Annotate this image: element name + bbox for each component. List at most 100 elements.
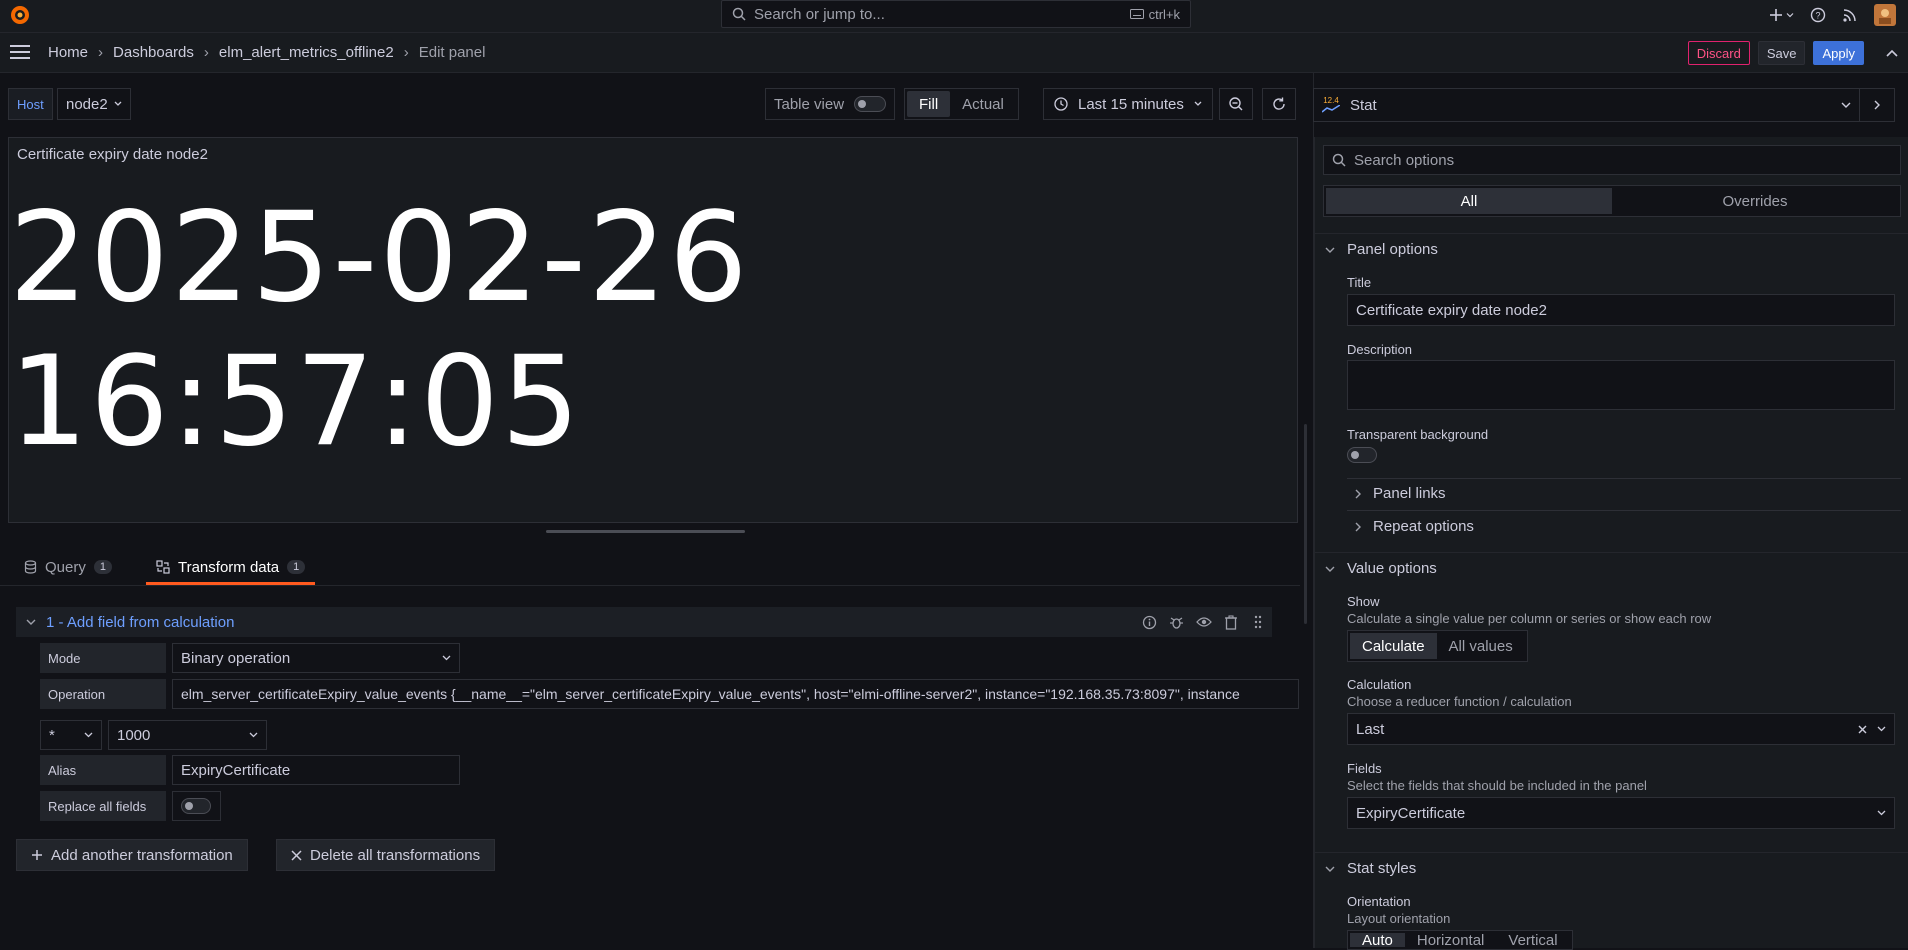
toggle-switch[interactable] [181, 798, 211, 814]
chevron-down-icon [1877, 726, 1886, 732]
mode-select[interactable]: Binary operation [172, 643, 460, 673]
trash-icon[interactable] [1224, 614, 1238, 630]
chevron-down-icon [1194, 101, 1202, 106]
add-transformation-button[interactable]: Add another transformation [16, 839, 248, 871]
avatar[interactable] [1874, 4, 1896, 26]
subsection-divider [1347, 478, 1901, 479]
calculation-select[interactable]: Last [1347, 713, 1895, 745]
panel-links-section[interactable]: Panel links [1355, 485, 1446, 502]
description-textarea[interactable] [1347, 360, 1895, 410]
transform-icon [156, 560, 170, 574]
chevron-down-icon [84, 732, 93, 738]
alias-input[interactable]: ExpiryCertificate [172, 755, 460, 785]
orientation-vertical[interactable]: Vertical [1496, 932, 1569, 949]
expand-options-button[interactable] [1860, 100, 1894, 110]
pane-resize-handle[interactable] [546, 530, 745, 533]
visualization-picker[interactable]: 12.4 Stat [1313, 88, 1895, 122]
search-bar[interactable]: Search or jump to... ctrl+k [721, 0, 1191, 28]
refresh-button[interactable] [1262, 88, 1296, 120]
rss-icon[interactable] [1842, 7, 1858, 23]
operation-left-operand-select[interactable]: elm_server_certificateExpiry_value_event… [172, 679, 1299, 709]
database-icon [24, 560, 37, 574]
operator-select[interactable]: * [40, 720, 102, 750]
tab-all[interactable]: All [1326, 188, 1612, 214]
section-divider [1315, 852, 1908, 853]
toggle-switch[interactable] [854, 96, 887, 112]
panel-title: Certificate expiry date node2 [17, 146, 208, 163]
tabs-divider [0, 585, 1300, 586]
chevron-down-icon [1325, 566, 1335, 572]
collapse-chevron-icon[interactable] [1886, 49, 1898, 57]
apply-button[interactable]: Apply [1813, 41, 1864, 65]
chevron-down-icon [249, 732, 258, 738]
time-range-picker[interactable]: Last 15 minutes [1043, 88, 1213, 120]
actual-option[interactable]: Actual [950, 91, 1016, 117]
chevron-down-icon [1325, 866, 1335, 872]
options-tabs: All Overrides [1323, 185, 1901, 217]
eye-icon[interactable] [1196, 616, 1212, 628]
search-icon [732, 7, 746, 21]
title-label: Title [1347, 275, 1372, 290]
replace-all-fields-toggle[interactable] [172, 791, 221, 821]
all-values-option[interactable]: All values [1437, 633, 1525, 659]
panel-toolbar: Host node2 Table view Fill Actual Last 1… [0, 88, 1300, 122]
clock-icon [1054, 97, 1068, 111]
help-icon[interactable]: ? [1810, 7, 1826, 23]
stat-styles-section[interactable]: Stat styles [1325, 860, 1416, 877]
zoom-out-button[interactable] [1219, 88, 1253, 120]
orientation-horizontal[interactable]: Horizontal [1405, 932, 1497, 949]
orientation-label: Orientation [1347, 894, 1411, 909]
breadcrumb-dashboard[interactable]: elm_alert_metrics_offline2 [219, 44, 394, 61]
panel-options-section[interactable]: Panel options [1325, 241, 1438, 258]
drag-handle-icon[interactable] [1254, 615, 1262, 629]
mode-label: Mode [40, 643, 166, 673]
description-label: Description [1347, 342, 1413, 357]
section-divider [1315, 552, 1908, 553]
breadcrumb-home[interactable]: Home [48, 44, 88, 61]
chevron-right-icon [1355, 522, 1361, 531]
info-icon[interactable] [1142, 615, 1157, 630]
fill-option[interactable]: Fill [907, 91, 951, 117]
transformation-header[interactable]: 1 - Add field from calculation [16, 607, 1272, 637]
tab-query[interactable]: Query 1 [14, 552, 122, 582]
close-icon [291, 849, 302, 861]
chevron-down-icon [26, 619, 36, 625]
stat-panel[interactable]: 2025-02-26 16:57:05 Certificate expiry d… [8, 137, 1298, 523]
chevron-down-icon [114, 101, 122, 106]
show-label: Show [1347, 594, 1380, 609]
toggle-switch[interactable] [1347, 447, 1377, 463]
tab-transform-data[interactable]: Transform data 1 [145, 552, 316, 585]
table-view-toggle[interactable]: Table view [765, 88, 896, 120]
show-mode-switch: Calculate All values [1347, 630, 1528, 662]
plus-icon[interactable] [1769, 8, 1794, 22]
discard-button[interactable]: Discard [1687, 41, 1750, 65]
breadcrumb: Home › Dashboards › elm_alert_metrics_of… [48, 44, 485, 61]
value-options-section[interactable]: Value options [1325, 560, 1437, 577]
scrollbar[interactable] [1304, 424, 1307, 624]
calculate-option[interactable]: Calculate [1350, 633, 1437, 659]
search-icon [1332, 153, 1346, 167]
tab-overrides[interactable]: Overrides [1612, 188, 1898, 214]
visualization-name: Stat [1350, 96, 1377, 114]
search-placeholder: Search or jump to... [754, 5, 885, 23]
svg-text:?: ? [1815, 11, 1820, 21]
breadcrumb-dashboards[interactable]: Dashboards [113, 44, 194, 61]
transform-count-badge: 1 [287, 560, 306, 574]
repeat-options-section[interactable]: Repeat options [1355, 518, 1474, 535]
save-button[interactable]: Save [1757, 41, 1806, 65]
transparent-background-toggle[interactable] [1347, 447, 1377, 463]
menu-icon[interactable] [10, 45, 30, 59]
clear-icon [1858, 725, 1867, 733]
delete-all-transformations-button[interactable]: Delete all transformations [276, 839, 496, 871]
right-operand-select[interactable]: 1000 [108, 720, 267, 750]
title-input[interactable]: Certificate expiry date node2 [1347, 294, 1895, 326]
fields-select[interactable]: ExpiryCertificate [1347, 797, 1895, 829]
nav-bar: Home › Dashboards › elm_alert_metrics_of… [0, 33, 1908, 73]
debug-icon[interactable] [1169, 615, 1184, 630]
options-search-input[interactable]: Search options [1323, 145, 1901, 175]
chevron-down-icon [1325, 247, 1335, 253]
grafana-logo-icon[interactable] [8, 3, 32, 27]
orientation-auto[interactable]: Auto [1350, 932, 1405, 949]
host-variable-select[interactable]: node2 [57, 88, 131, 120]
calculation-label: Calculation [1347, 677, 1412, 692]
